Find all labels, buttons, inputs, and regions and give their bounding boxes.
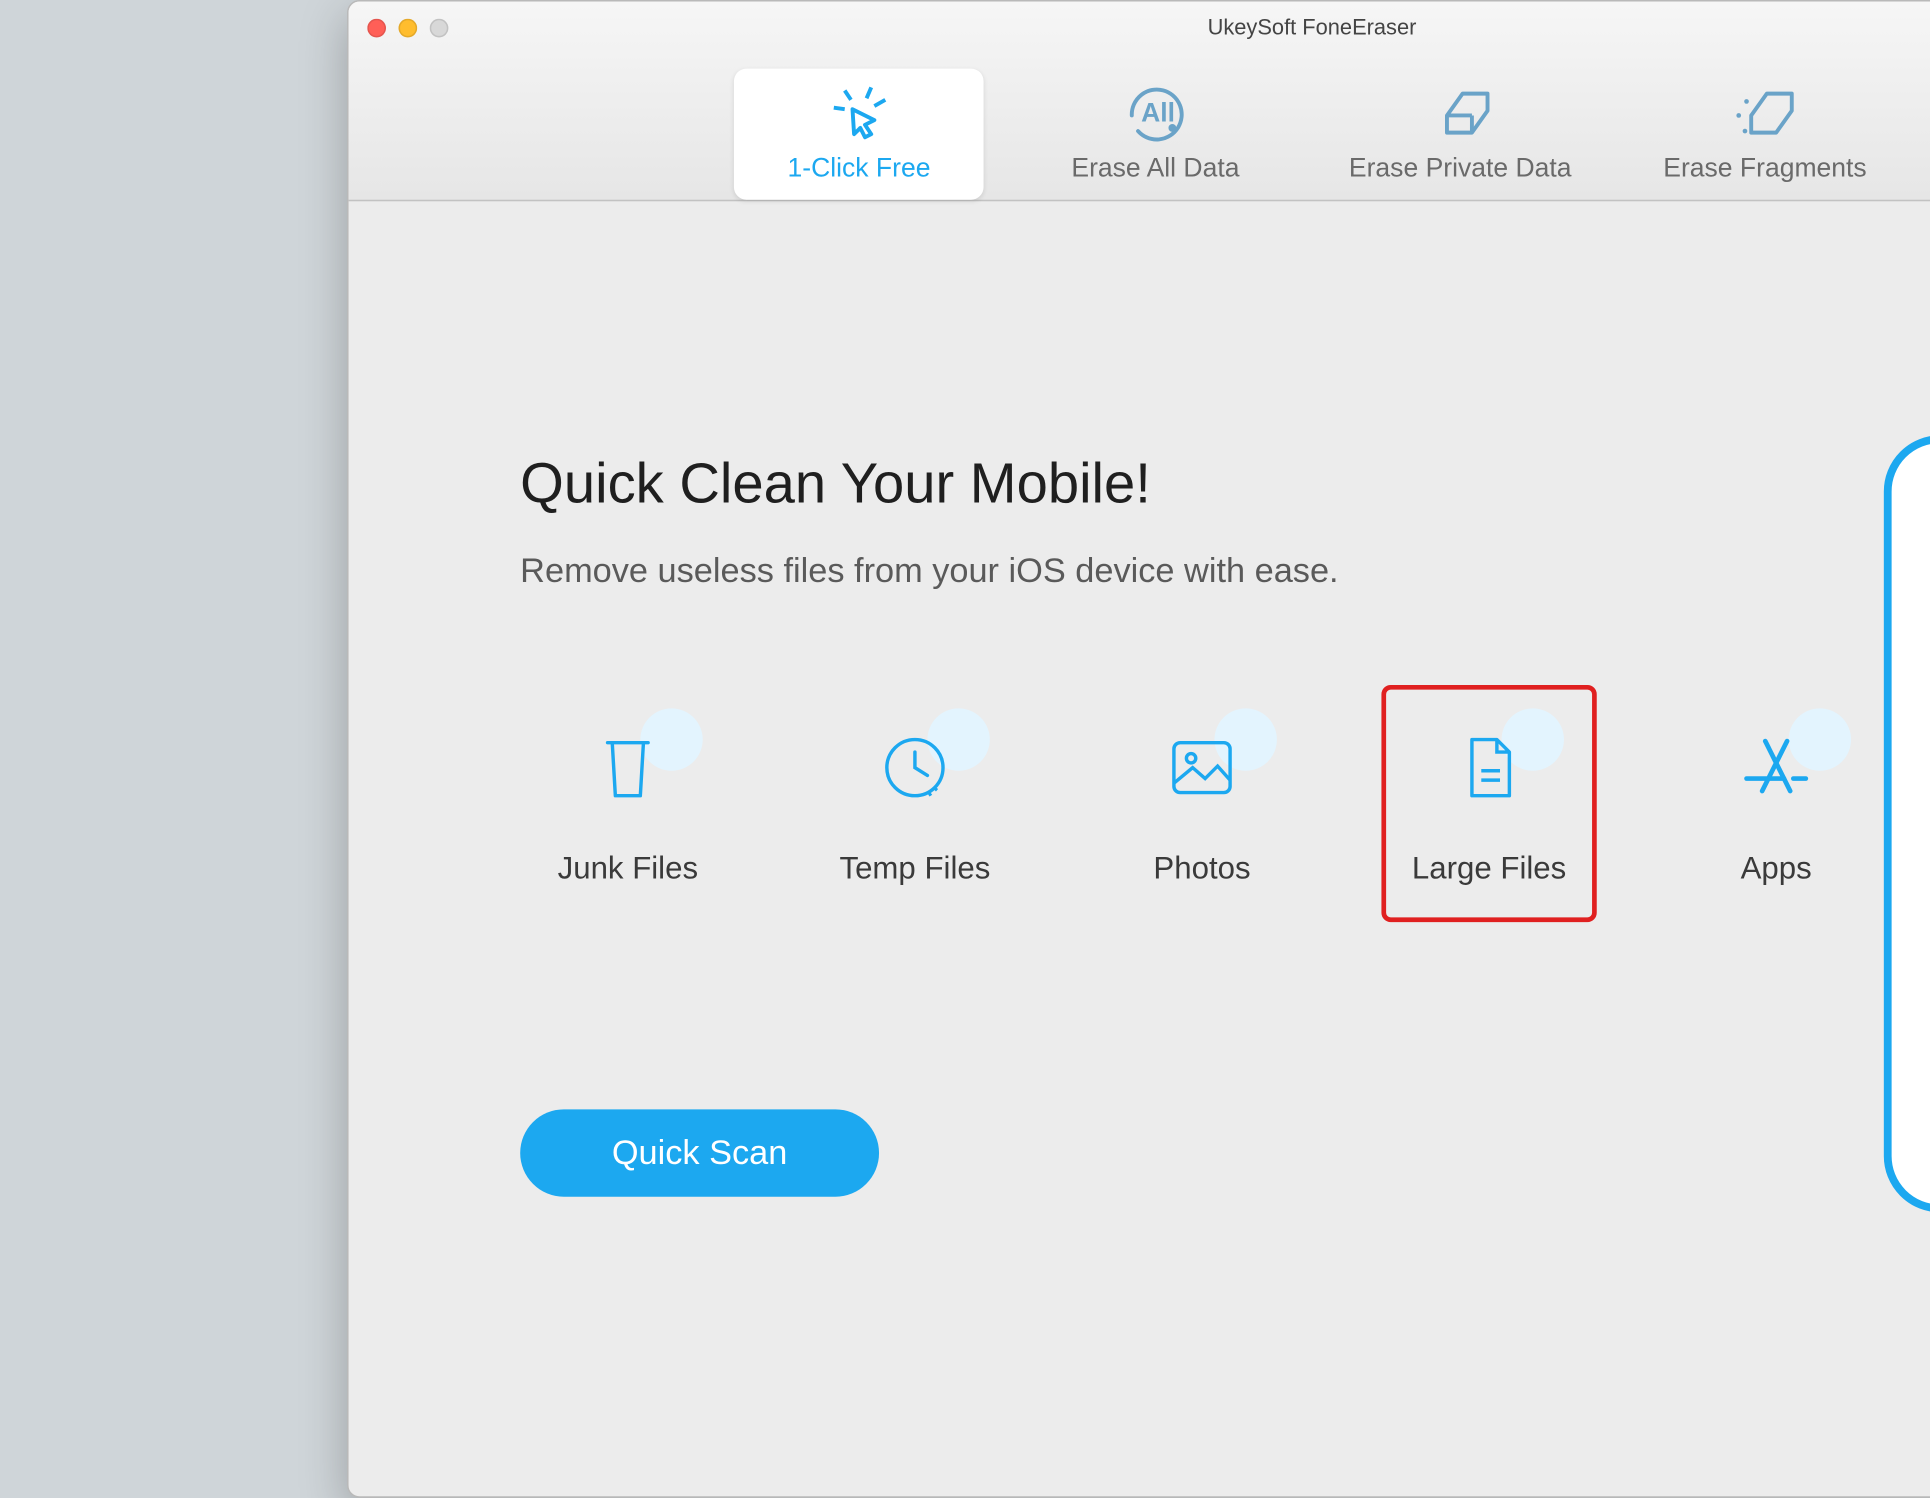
category-label: Temp Files bbox=[839, 851, 990, 887]
quick-clean-panel: Quick Clean Your Mobile! Remove useless … bbox=[520, 295, 1884, 1403]
trash-icon bbox=[596, 733, 658, 802]
phone-frame: 119.20GB Total 7% 9.27GB Used 109.93GB F… bbox=[1883, 435, 1930, 1212]
tab-label: Erase All Data bbox=[1071, 153, 1239, 184]
tab-erase-all-data[interactable]: All Erase All Data bbox=[1030, 69, 1280, 200]
page-subtitle: Remove useless files from your iOS devic… bbox=[520, 551, 1884, 592]
tab-label: Erase Private Data bbox=[1348, 153, 1571, 184]
main-tabs: 1-Click Free All Erase All Data bbox=[348, 48, 1930, 199]
tab-label: 1-Click Free bbox=[787, 153, 930, 184]
content-area: Quick Clean Your Mobile! Remove useless … bbox=[348, 201, 1930, 1496]
category-apps[interactable]: Apps bbox=[1668, 685, 1883, 922]
storage-free: 109.93GB Free bbox=[1891, 983, 1930, 1042]
device-storage-panel: 119.20GB Total 7% 9.27GB Used 109.93GB F… bbox=[1883, 295, 1930, 1403]
category-label: Large Files bbox=[1411, 851, 1565, 887]
category-list: Junk Files Temp Files bbox=[520, 685, 1884, 922]
category-label: Photos bbox=[1153, 851, 1250, 887]
category-photos[interactable]: Photos bbox=[1094, 685, 1309, 922]
file-icon bbox=[1459, 733, 1518, 802]
tab-erase-private-data[interactable]: Erase Private Data bbox=[1327, 69, 1593, 200]
erase-fragments-icon bbox=[1729, 81, 1801, 143]
svg-text:All: All bbox=[1141, 98, 1175, 128]
category-label: Apps bbox=[1740, 851, 1811, 887]
erase-all-icon: All bbox=[1119, 81, 1191, 143]
storage-details: 9.27GB Used 109.93GB Free bbox=[1891, 924, 1930, 1043]
page-title: Quick Clean Your Mobile! bbox=[520, 451, 1884, 517]
clock-icon bbox=[880, 733, 949, 802]
tab-1-click-free[interactable]: 1-Click Free bbox=[734, 69, 984, 200]
storage-used: 9.27GB Used bbox=[1891, 924, 1930, 983]
category-temp-files[interactable]: Temp Files bbox=[807, 685, 1022, 922]
category-large-files[interactable]: Large Files bbox=[1381, 685, 1596, 922]
category-label: Junk Files bbox=[557, 851, 697, 887]
tab-label: Erase Fragments bbox=[1663, 153, 1866, 184]
app-title: UkeySoft FoneEraser bbox=[348, 14, 1930, 39]
app-window: UkeySoft FoneEraser 1-Click Free bbox=[347, 0, 1930, 1498]
photo-icon bbox=[1167, 736, 1236, 798]
erase-private-icon bbox=[1424, 81, 1496, 143]
tab-erase-fragments[interactable]: Erase Fragments bbox=[1640, 69, 1890, 200]
titlebar: UkeySoft FoneEraser 1-Click Free bbox=[348, 2, 1930, 202]
click-free-icon bbox=[823, 81, 895, 143]
quick-scan-button[interactable]: Quick Scan bbox=[520, 1109, 879, 1196]
appstore-icon bbox=[1740, 734, 1812, 800]
category-junk-files[interactable]: Junk Files bbox=[520, 685, 735, 922]
